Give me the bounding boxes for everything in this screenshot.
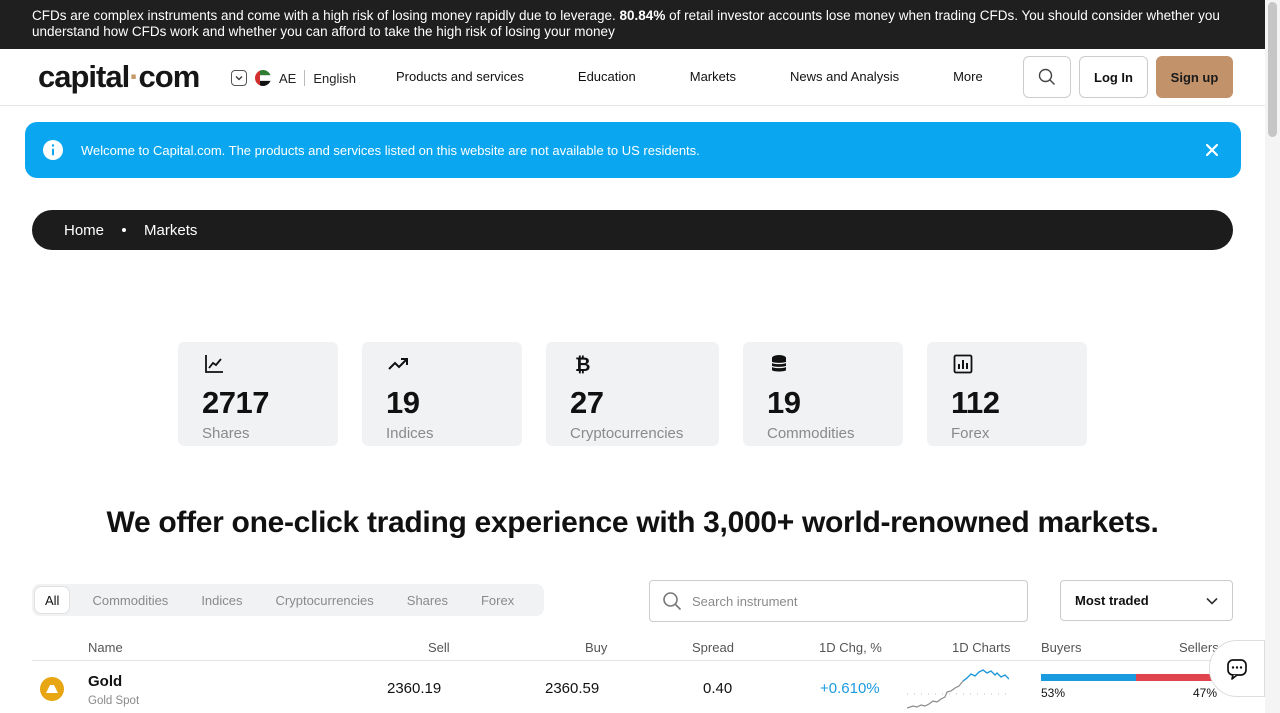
stat-label: Shares (202, 425, 250, 442)
stat-label: Indices (386, 425, 434, 442)
tab-indices[interactable]: Indices (191, 587, 252, 613)
buyers-bar (1041, 674, 1137, 681)
bitcoin-icon: ₿ (575, 354, 590, 376)
tab-all[interactable]: All (35, 587, 70, 613)
tab-cryptocurrencies[interactable]: Cryptocurrencies (266, 587, 384, 613)
daily-sparkline-chart (907, 669, 1009, 709)
column-header-sell[interactable]: Sell (428, 640, 450, 655)
stat-card-shares[interactable]: 2717 Shares (178, 342, 338, 446)
breadcrumb-current: Markets (144, 221, 198, 239)
chevron-down-icon (1206, 597, 1218, 605)
logo-dot: · (129, 59, 139, 94)
nav-news-and-analysis[interactable]: News and Analysis (790, 69, 899, 84)
search-placeholder: Search instrument (692, 593, 798, 609)
sellers-bar (1136, 674, 1221, 681)
line-chart-icon (205, 355, 223, 373)
search-icon (663, 592, 682, 611)
instrument-name[interactable]: Gold (88, 673, 122, 690)
logo-main: capital (38, 59, 130, 94)
column-header-buy[interactable]: Buy (585, 640, 607, 655)
divider (304, 70, 306, 86)
stat-card-forex[interactable]: 112 Forex (927, 342, 1087, 446)
risk-text-start: CFDs are complex instruments and come wi… (32, 8, 620, 23)
scrollbar-thumb[interactable] (1268, 2, 1277, 137)
sellers-percent: 47% (1193, 686, 1218, 700)
login-button[interactable]: Log In (1079, 56, 1148, 98)
instrument-search-input[interactable]: Search instrument (649, 580, 1028, 622)
site-header: capital·com AE English Products and serv… (0, 49, 1265, 106)
uae-flag-icon (255, 70, 271, 86)
market-filter-tabs: All Commodities Indices Cryptocurrencies… (32, 584, 544, 616)
svg-text:₿: ₿ (575, 354, 590, 376)
page-scrollbar[interactable] (1265, 0, 1280, 713)
info-icon (43, 140, 63, 160)
column-header-buyers: Buyers (1041, 640, 1082, 655)
alert-message: Welcome to Capital.com. The products and… (81, 142, 700, 158)
stat-label: Cryptocurrencies (570, 425, 684, 442)
stat-card-commodities[interactable]: 19 Commodities (743, 342, 903, 446)
buy-price[interactable]: 2360.59 (545, 680, 599, 697)
stat-value: 27 (570, 385, 604, 420)
chat-icon (1227, 658, 1247, 680)
stat-label: Commodities (767, 425, 855, 442)
sell-price[interactable]: 2360.19 (387, 680, 441, 697)
trending-up-icon (388, 358, 408, 370)
stat-value: 19 (386, 385, 420, 420)
nav-education[interactable]: Education (578, 69, 636, 84)
stat-card-indices[interactable]: 19 Indices (362, 342, 522, 446)
risk-warning-banner: CFDs are complex instruments and come wi… (0, 0, 1265, 49)
region-language-selector[interactable]: AE English (231, 68, 356, 88)
breadcrumb-separator (122, 228, 127, 232)
chevron-down-icon (231, 70, 247, 86)
search-icon (1038, 68, 1055, 85)
sort-select[interactable]: Most traded (1060, 580, 1233, 621)
sentiment-bar (1041, 674, 1221, 681)
signup-button[interactable]: Sign up (1156, 56, 1233, 98)
database-icon (771, 355, 787, 372)
daily-change: +0.610% (820, 680, 880, 697)
instrument-subtitle: Gold Spot (88, 695, 140, 707)
close-icon[interactable] (1203, 141, 1221, 159)
chat-support-button[interactable] (1209, 640, 1265, 697)
search-button[interactable] (1023, 56, 1071, 98)
risk-percent: 80.84% (619, 8, 666, 23)
tab-shares[interactable]: Shares (397, 587, 458, 613)
column-header-charts: 1D Charts (952, 640, 1011, 655)
buyers-percent: 53% (1041, 686, 1066, 700)
main-nav: Products and services Education Markets … (396, 69, 1037, 84)
us-residents-alert: Welcome to Capital.com. The products and… (25, 122, 1241, 178)
breadcrumb-home[interactable]: Home (64, 222, 104, 239)
bar-chart-icon (953, 354, 973, 374)
stat-value: 2717 (202, 385, 269, 420)
column-header-name[interactable]: Name (88, 640, 123, 655)
stat-value: 112 (951, 385, 1000, 420)
stat-card-cryptocurrencies[interactable]: ₿ 27 Cryptocurrencies (546, 342, 719, 446)
tab-commodities[interactable]: Commodities (82, 587, 178, 613)
breadcrumb: Home Markets (32, 210, 1233, 250)
tab-forex[interactable]: Forex (471, 587, 524, 613)
stat-label: Forex (951, 425, 990, 442)
gold-bars-icon (40, 677, 64, 701)
spread-value: 0.40 (703, 680, 733, 697)
column-header-change[interactable]: 1D Chg, % (819, 640, 882, 655)
capital-logo[interactable]: capital·com (38, 59, 201, 95)
stat-value: 19 (767, 385, 801, 420)
markets-headline: We offer one-click trading experience wi… (106, 506, 1159, 539)
language-label: English (313, 70, 356, 86)
region-code: AE (279, 70, 297, 86)
sort-selected-value: Most traded (1075, 593, 1149, 608)
nav-more[interactable]: More (953, 69, 983, 84)
nav-products-and-services[interactable]: Products and services (396, 69, 524, 84)
column-header-spread[interactable]: Spread (692, 640, 734, 655)
table-divider (32, 660, 1233, 661)
logo-tld: com (138, 59, 201, 94)
nav-markets[interactable]: Markets (690, 69, 736, 84)
